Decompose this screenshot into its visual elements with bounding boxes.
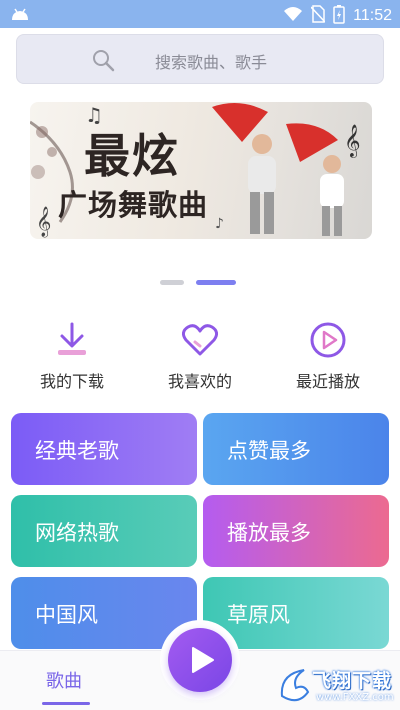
category-most-played[interactable]: 播放最多 <box>203 495 389 567</box>
battery-charging-icon <box>333 4 345 28</box>
status-bar: 11:52 <box>0 0 400 28</box>
quick-action-downloads[interactable]: 我的下载 <box>22 320 122 396</box>
watermark-url: www.FXXZ.com <box>316 692 394 703</box>
category-label: 中国风 <box>35 603 98 627</box>
category-most-liked[interactable]: 点赞最多 <box>203 413 389 485</box>
heart-icon <box>150 320 250 360</box>
android-icon <box>10 6 30 26</box>
category-label: 草原风 <box>227 603 290 627</box>
status-time: 11:52 <box>353 7 392 24</box>
tab-active-indicator <box>42 702 90 705</box>
svg-text:𝄞: 𝄞 <box>36 206 51 238</box>
play-button-container <box>160 620 240 700</box>
quick-action-label: 我的下载 <box>39 372 104 391</box>
watermark-text: 飞翔下载 <box>312 670 393 692</box>
banner-title-line1: 最炫 <box>84 129 180 183</box>
category-classic-oldies[interactable]: 经典老歌 <box>11 413 197 485</box>
play-icon <box>192 647 214 673</box>
category-label: 播放最多 <box>227 521 311 545</box>
search-icon <box>91 48 115 76</box>
download-icon <box>22 320 122 360</box>
carousel-indicator <box>160 280 236 285</box>
category-internet-hits[interactable]: 网络热歌 <box>11 495 197 567</box>
watermark: 飞翔下载 www.FXXZ.com <box>278 664 398 708</box>
quick-action-label: 最近播放 <box>295 372 360 391</box>
promo-banner[interactable]: ♫ 𝄞 ♪ 𝄞 最炫 广场舞歌曲 <box>30 102 372 239</box>
quick-action-recent[interactable]: 最近播放 <box>278 320 378 396</box>
wifi-icon <box>283 6 303 26</box>
banner-title-line2: 广场舞歌曲 <box>58 188 209 222</box>
search-bar[interactable]: 搜索歌曲、歌手 <box>16 34 384 84</box>
carousel-dot-active[interactable] <box>196 280 236 285</box>
category-label: 网络热歌 <box>35 521 119 545</box>
category-label: 经典老歌 <box>35 439 119 463</box>
tab-songs[interactable]: 歌曲 <box>46 667 82 693</box>
svg-text:♪: ♪ <box>215 216 224 232</box>
play-circle-icon <box>278 320 378 360</box>
watermark-logo-icon <box>280 669 310 702</box>
no-sim-icon <box>310 5 326 27</box>
search-placeholder: 搜索歌曲、歌手 <box>155 53 268 72</box>
category-label: 点赞最多 <box>227 439 311 463</box>
svg-text:𝄞: 𝄞 <box>344 124 361 158</box>
quick-action-favorites[interactable]: 我喜欢的 <box>150 320 250 396</box>
carousel-dot[interactable] <box>160 280 184 285</box>
quick-action-label: 我喜欢的 <box>167 372 232 391</box>
play-button[interactable] <box>168 628 232 692</box>
